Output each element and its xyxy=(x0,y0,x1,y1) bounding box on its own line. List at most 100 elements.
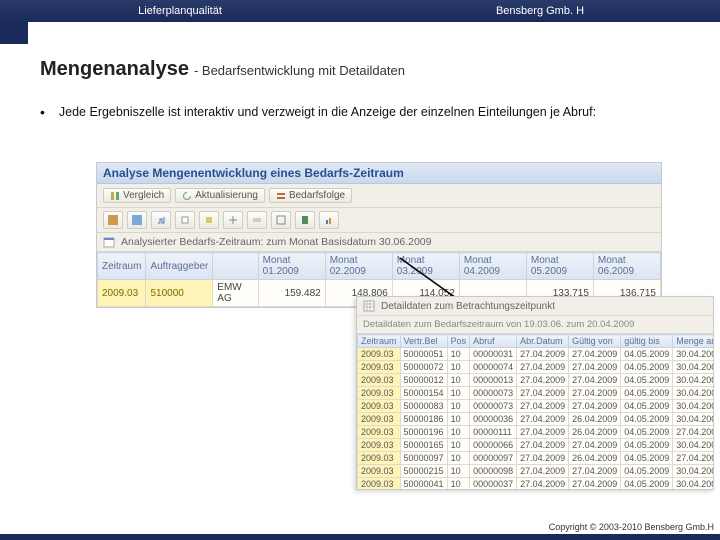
grid2-cell[interactable]: 27.04.2009 xyxy=(517,413,569,426)
grid2-cell[interactable]: 27.04.2009 xyxy=(673,452,713,465)
toolbar-icon[interactable] xyxy=(151,211,171,229)
cell[interactable]: 510000 xyxy=(146,280,213,307)
grid2-col[interactable]: gültig bis xyxy=(621,335,673,348)
grid2-cell[interactable]: 27.04.2009 xyxy=(517,452,569,465)
grid2-cell[interactable]: 50000012 xyxy=(400,374,447,387)
grid2-cell[interactable]: 2009.03 xyxy=(358,387,401,400)
grid2-cell[interactable]: 2009.03 xyxy=(358,348,401,361)
grid2-cell[interactable]: 50000041 xyxy=(400,478,447,490)
col-m4[interactable]: Monat 04.2009 xyxy=(459,253,526,280)
grid2-col[interactable]: Abruf xyxy=(470,335,517,348)
col-m5[interactable]: Monat 05.2009 xyxy=(526,253,593,280)
grid2-cell[interactable]: 00000098 xyxy=(470,465,517,478)
grid2-cell[interactable]: 10 xyxy=(447,348,470,361)
toolbar-icon[interactable] xyxy=(319,211,339,229)
grid2-cell[interactable]: 27.04.2009 xyxy=(517,478,569,490)
aktualisierung-button[interactable]: Aktualisierung xyxy=(175,188,265,203)
toolbar-icon[interactable] xyxy=(295,211,315,229)
grid2-col[interactable]: Abr.Datum xyxy=(517,335,569,348)
grid2-cell[interactable]: 00000111 xyxy=(470,426,517,439)
grid2-cell[interactable]: 2009.03 xyxy=(358,374,401,387)
toolbar-icon[interactable] xyxy=(199,211,219,229)
col-m3[interactable]: Monat 03.2009 xyxy=(392,253,459,280)
grid2-cell[interactable]: 50000196 xyxy=(400,426,447,439)
toolbar-icon[interactable] xyxy=(103,211,123,229)
toolbar-icon[interactable] xyxy=(127,211,147,229)
grid2-cell[interactable]: 04.05.2009 xyxy=(621,439,673,452)
grid2-cell[interactable]: 30.04.2009 xyxy=(673,478,713,490)
toolbar-icon[interactable] xyxy=(247,211,267,229)
grid2-cell[interactable]: 04.05.2009 xyxy=(621,478,673,490)
grid2-cell[interactable]: 10 xyxy=(447,387,470,400)
grid2-cell[interactable]: 50000051 xyxy=(400,348,447,361)
grid2-cell[interactable]: 50000072 xyxy=(400,361,447,374)
col-blank[interactable] xyxy=(213,253,258,280)
col-zeitraum[interactable]: Zeitraum xyxy=(98,253,146,280)
grid2-cell[interactable]: 04.05.2009 xyxy=(621,374,673,387)
grid2-cell[interactable]: 30.04.2009 xyxy=(673,387,713,400)
grid2-cell[interactable]: 10 xyxy=(447,361,470,374)
grid2-cell[interactable]: 00000097 xyxy=(470,452,517,465)
grid2-cell[interactable]: 00000031 xyxy=(470,348,517,361)
grid2-cell[interactable]: 27.04.2009 xyxy=(569,478,621,490)
grid2-cell[interactable]: 2009.03 xyxy=(358,426,401,439)
grid2-cell[interactable]: 04.05.2009 xyxy=(621,387,673,400)
grid2-cell[interactable]: 30.04.2009 xyxy=(673,348,713,361)
grid2-cell[interactable]: 30.04.2009 xyxy=(673,413,713,426)
vergleich-button[interactable]: Vergleich xyxy=(103,188,171,203)
grid2-cell[interactable]: 50000097 xyxy=(400,452,447,465)
col-m6[interactable]: Monat 06.2009 xyxy=(593,253,660,280)
grid2-cell[interactable]: 00000066 xyxy=(470,439,517,452)
grid2-cell[interactable]: 04.05.2009 xyxy=(621,400,673,413)
grid2-cell[interactable]: 04.05.2009 xyxy=(621,348,673,361)
grid2-cell[interactable]: 27.04.2009 xyxy=(569,439,621,452)
grid2-cell[interactable]: 04.05.2009 xyxy=(621,361,673,374)
grid2-cell[interactable]: 50000154 xyxy=(400,387,447,400)
toolbar-icon[interactable] xyxy=(271,211,291,229)
grid2-cell[interactable]: 26.04.2009 xyxy=(569,413,621,426)
grid2-cell[interactable]: 27.04.2009 xyxy=(517,348,569,361)
grid2-cell[interactable]: 2009.03 xyxy=(358,465,401,478)
grid2-cell[interactable]: 00000036 xyxy=(470,413,517,426)
grid2-cell[interactable]: 50000083 xyxy=(400,400,447,413)
grid2-cell[interactable]: 30.04.2009 xyxy=(673,361,713,374)
grid2-cell[interactable]: 27.04.2009 xyxy=(517,387,569,400)
grid2-cell[interactable]: 2009.03 xyxy=(358,478,401,490)
grid2-col[interactable]: Menge am xyxy=(673,335,713,348)
grid2-cell[interactable]: 10 xyxy=(447,439,470,452)
grid2-cell[interactable]: 00000037 xyxy=(470,478,517,490)
toolbar-icon[interactable] xyxy=(223,211,243,229)
grid2-cell[interactable]: 50000186 xyxy=(400,413,447,426)
grid2-cell[interactable]: 27.04.2009 xyxy=(517,374,569,387)
grid2-col[interactable]: Zeitraum xyxy=(358,335,401,348)
grid2-cell[interactable]: 00000073 xyxy=(470,387,517,400)
grid2-cell[interactable]: 10 xyxy=(447,478,470,490)
col-m1[interactable]: Monat 01.2009 xyxy=(258,253,325,280)
grid2-cell[interactable]: 10 xyxy=(447,413,470,426)
grid2-cell[interactable]: 27.04.2009 xyxy=(569,465,621,478)
cell[interactable]: 159.482 xyxy=(258,280,325,307)
grid2-cell[interactable]: 10 xyxy=(447,426,470,439)
grid2-cell[interactable]: 30.04.2009 xyxy=(673,374,713,387)
grid2-cell[interactable]: 10 xyxy=(447,465,470,478)
grid2-cell[interactable]: 30.04.2009 xyxy=(673,465,713,478)
grid2-cell[interactable]: 27.04.2009 xyxy=(569,400,621,413)
grid2-cell[interactable]: 00000074 xyxy=(470,361,517,374)
grid2-col[interactable]: Pos xyxy=(447,335,470,348)
grid2-cell[interactable]: 50000165 xyxy=(400,439,447,452)
col-m2[interactable]: Monat 02.2009 xyxy=(325,253,392,280)
cell[interactable]: 2009.03 xyxy=(98,280,146,307)
grid2-cell[interactable]: 27.04.2009 xyxy=(569,374,621,387)
grid2-cell[interactable]: 00000013 xyxy=(470,374,517,387)
grid2-cell[interactable]: 00000073 xyxy=(470,400,517,413)
grid2-col[interactable]: Vertr.Bel xyxy=(400,335,447,348)
grid2-cell[interactable]: 10 xyxy=(447,400,470,413)
grid2-cell[interactable]: 26.04.2009 xyxy=(569,426,621,439)
grid2-cell[interactable]: 30.04.2009 xyxy=(673,439,713,452)
grid2-cell[interactable]: 10 xyxy=(447,374,470,387)
col-auftraggeber[interactable]: Auftraggeber xyxy=(146,253,213,280)
grid2-cell[interactable]: 27.04.2009 xyxy=(517,465,569,478)
grid2-col[interactable]: Gültig von xyxy=(569,335,621,348)
grid2-cell[interactable]: 27.04.2009 xyxy=(517,426,569,439)
grid2-cell[interactable]: 2009.03 xyxy=(358,400,401,413)
